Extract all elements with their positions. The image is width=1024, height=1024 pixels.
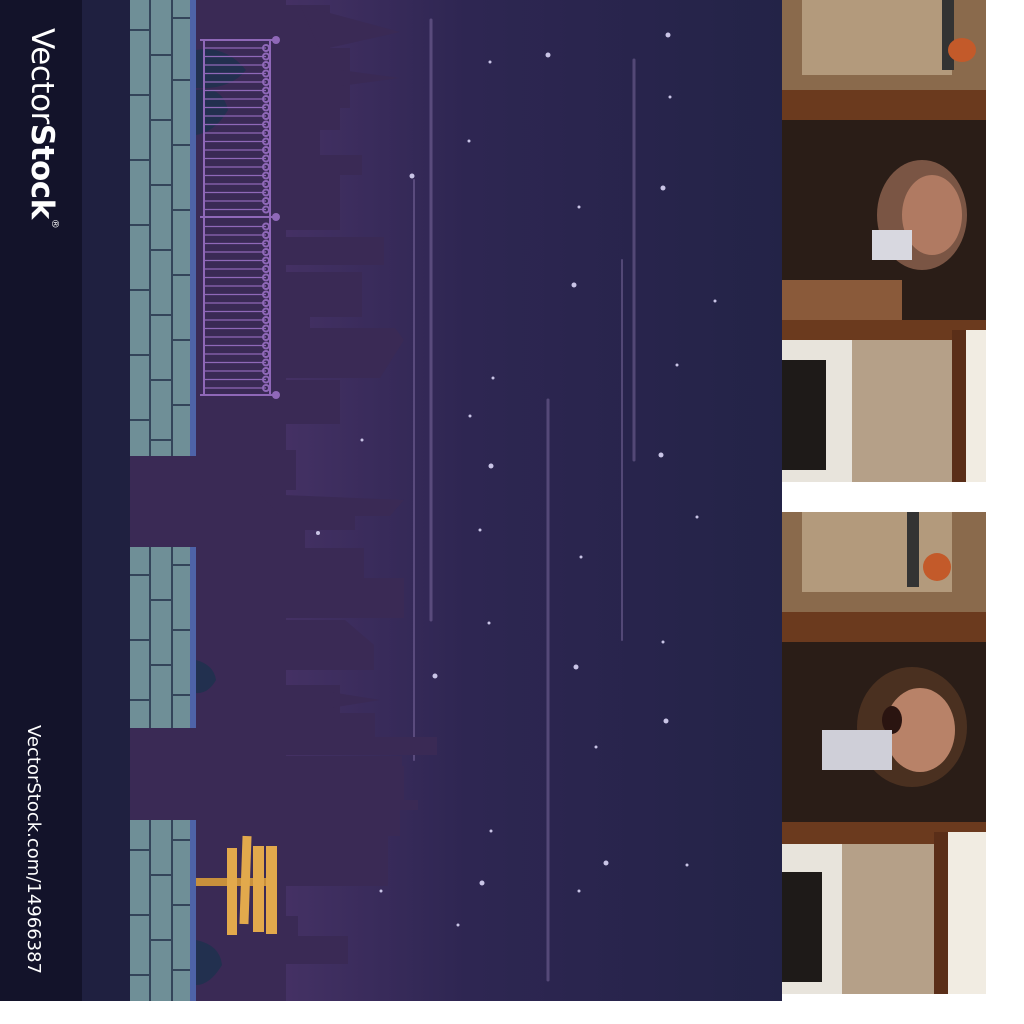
- photo-frame-bottom: [782, 512, 986, 994]
- vectorstock-logo: VectorStock®: [24, 28, 60, 229]
- watermark-url: VectorStock.com/14966387: [23, 725, 44, 975]
- night-city-scene: [82, 0, 782, 1001]
- watermark-bar: VectorStock® VectorStock.com/14966387: [0, 0, 82, 1001]
- pit-gap: [130, 456, 196, 547]
- photo-frame-top: [782, 0, 986, 482]
- pit-gap: [130, 728, 196, 820]
- ground-band: [82, 0, 130, 1001]
